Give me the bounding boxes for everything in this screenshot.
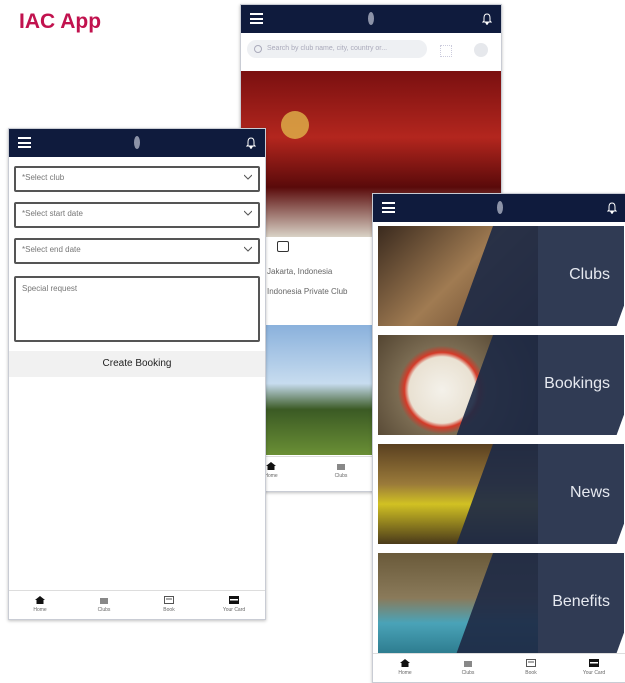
- nav-your-card[interactable]: Your Card: [204, 591, 264, 619]
- logo-icon: [134, 136, 140, 149]
- logo-icon: [496, 201, 503, 214]
- bell-icon[interactable]: [606, 201, 618, 215]
- book-icon: [526, 659, 536, 667]
- nav-book[interactable]: Book: [139, 591, 199, 619]
- nav-your-card[interactable]: Your Card: [564, 654, 624, 682]
- club-location: Jakarta, Indonesia: [267, 267, 333, 276]
- club-name[interactable]: Indonesia Private Club: [267, 287, 348, 296]
- special-request-field[interactable]: Special request: [14, 276, 260, 342]
- app-title: IAC App: [19, 10, 102, 33]
- home-icon: [266, 462, 276, 470]
- nav-book[interactable]: Book: [501, 654, 561, 682]
- logo-icon: [368, 12, 374, 25]
- nav-clubs[interactable]: Clubs: [74, 591, 134, 619]
- booking-screen: *Select club *Select start date *Select …: [8, 128, 266, 620]
- start-date-select[interactable]: *Select start date: [14, 202, 260, 228]
- clubs-icon: [100, 598, 108, 604]
- menu-screen: Clubs Bookings News Benefits Home Clubs …: [372, 193, 625, 683]
- bell-icon[interactable]: [245, 136, 257, 150]
- nav-clubs[interactable]: Clubs: [438, 654, 498, 682]
- search-icon: [254, 45, 262, 53]
- menu-icon[interactable]: [382, 202, 395, 213]
- menu-icon[interactable]: [18, 137, 31, 148]
- nav-home[interactable]: Home: [10, 591, 70, 619]
- search-input[interactable]: Search by club name, city, country or...: [247, 40, 427, 58]
- clubs-icon: [337, 464, 345, 470]
- grid-view-icon[interactable]: [440, 45, 452, 57]
- home-icon: [35, 596, 45, 604]
- filter-icon[interactable]: [474, 43, 488, 57]
- bell-icon[interactable]: [481, 12, 493, 26]
- print-icon[interactable]: [277, 241, 289, 252]
- nav-home[interactable]: Home: [375, 654, 435, 682]
- nav-clubs[interactable]: Clubs: [311, 457, 371, 485]
- top-bar: [241, 5, 501, 33]
- clubs-card[interactable]: Clubs: [378, 226, 624, 326]
- bottom-nav: Home Clubs Book Your Card: [373, 653, 625, 682]
- menu-icon[interactable]: [250, 13, 263, 24]
- chevron-down-icon: [244, 246, 252, 252]
- home-icon: [400, 659, 410, 667]
- top-bar: [9, 129, 265, 157]
- book-icon: [164, 596, 174, 604]
- news-card[interactable]: News: [378, 444, 624, 544]
- card-icon: [589, 659, 599, 667]
- top-bar: [373, 194, 625, 222]
- bottom-nav: Home Clubs Book Your Card: [9, 590, 265, 619]
- benefits-card[interactable]: Benefits: [378, 553, 624, 653]
- clubs-icon: [464, 661, 472, 667]
- create-booking-button[interactable]: Create Booking: [9, 351, 265, 377]
- chevron-down-icon: [244, 174, 252, 180]
- card-icon: [229, 596, 239, 604]
- bookings-card[interactable]: Bookings: [378, 335, 624, 435]
- end-date-select[interactable]: *Select end date: [14, 238, 260, 264]
- chevron-down-icon: [244, 210, 252, 216]
- club-select[interactable]: *Select club: [14, 166, 260, 192]
